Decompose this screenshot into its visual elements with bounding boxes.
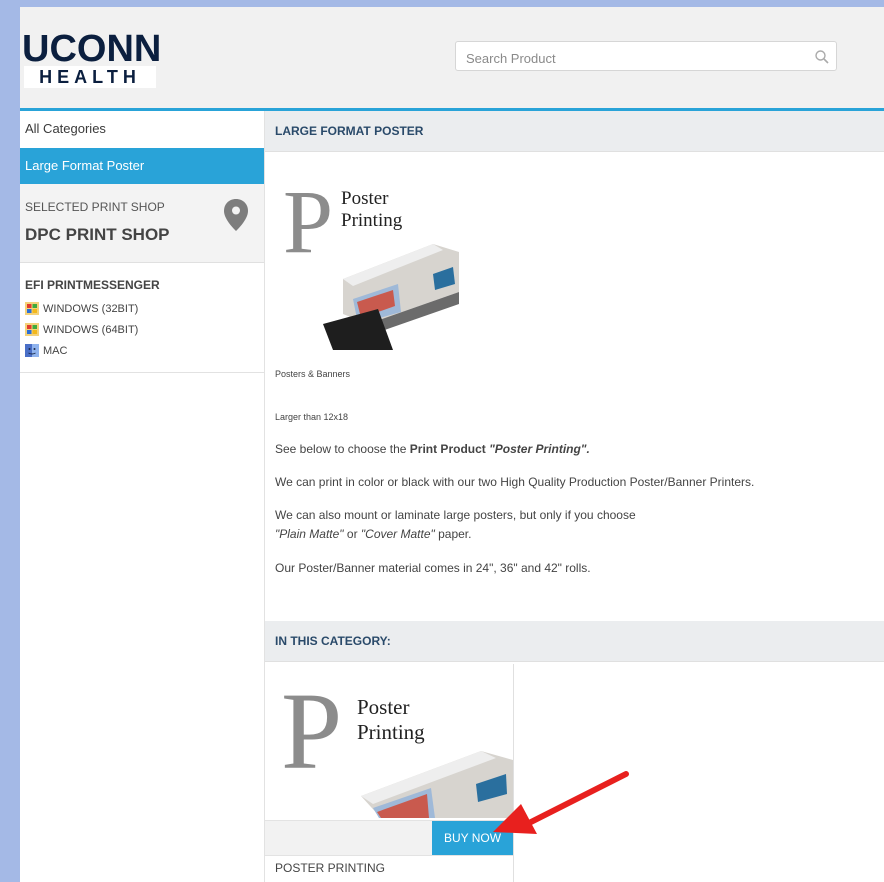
paper-or: or [343, 527, 361, 541]
mac-icon [25, 344, 39, 357]
poster-printing-image: P Poster Printing [283, 174, 459, 350]
selected-shop-name[interactable]: DPC PRINT SHOP [25, 225, 170, 245]
printer-illustration [323, 244, 459, 350]
download-label: WINDOWS (64BIT) [43, 323, 139, 336]
product-card-image[interactable]: P Poster Printing [281, 676, 513, 818]
search-input[interactable] [464, 48, 798, 68]
card-action-bar: BUY NOW [265, 820, 513, 856]
annotation-arrow-icon [493, 771, 629, 834]
category-section-title: IN THIS CATEGORY: [265, 621, 884, 662]
paper-plain-matte: "Plain Matte" [275, 527, 344, 541]
intro-text: See below to choose the Print Product "P… [275, 442, 590, 456]
paper-cover-matte: "Cover Matte" [360, 527, 435, 541]
windows-icon [25, 302, 39, 315]
main-content: LARGE FORMAT POSTER P Poster Printing Po… [265, 111, 884, 882]
category-sidebar: All Categories Large Format Poster SELEC… [20, 111, 265, 882]
logo-wordmark[interactable]: UCONN [22, 30, 161, 68]
size-note: Larger than 12x18 [275, 412, 349, 422]
logo-subtext[interactable]: HEALTH [24, 66, 156, 88]
intro-prefix: See below to choose the [275, 442, 410, 456]
download-label: WINDOWS (32BIT) [43, 302, 139, 315]
paper-end: paper. [434, 527, 472, 541]
search-box[interactable] [455, 41, 837, 71]
download-mac[interactable]: MAC [25, 344, 67, 357]
mount-info-text: We can also mount or laminate large post… [275, 508, 636, 522]
paper-info-text: "Plain Matte" or "Cover Matte" paper. [275, 527, 471, 541]
image-caption-line2: Printing [341, 210, 403, 231]
site-header: UCONN HEALTH [20, 7, 884, 111]
download-windows-32[interactable]: WINDOWS (32BIT) [25, 302, 138, 315]
section-title: LARGE FORMAT POSTER [265, 111, 884, 152]
card-caption-line1: Poster [357, 695, 410, 719]
product-card-title[interactable]: POSTER PRINTING [275, 861, 385, 875]
efi-title: EFI PRINTMESSENGER [25, 278, 160, 292]
product-card[interactable]: P Poster Printing BUY NOW POSTER PRINTIN… [265, 664, 514, 882]
sidebar-item-all-categories[interactable]: All Categories [25, 121, 106, 136]
efi-printmessenger-section: EFI PRINTMESSENGER WINDOWS (32BIT) WINDO… [20, 262, 264, 373]
sidebar-item-large-format-poster[interactable]: Large Format Poster [20, 148, 264, 184]
selected-shop-label: SELECTED PRINT SHOP [25, 200, 165, 214]
subtitle: Posters & Banners [275, 369, 351, 379]
download-label: MAC [43, 344, 68, 357]
intro-italic: "Poster Printing". [489, 442, 590, 456]
browser-page: UCONN HEALTH All Categories Large Format… [20, 7, 884, 882]
print-info-text: We can print in color or black with our … [275, 475, 755, 489]
search-icon[interactable] [814, 49, 830, 65]
card-image-letter: P [281, 676, 342, 792]
card-caption-line2: Printing [357, 720, 425, 744]
download-windows-64[interactable]: WINDOWS (64BIT) [25, 323, 138, 336]
selected-print-shop: SELECTED PRINT SHOP DPC PRINT SHOP [20, 184, 264, 263]
image-letter: P [283, 174, 333, 272]
intro-bold: Print Product [409, 442, 490, 456]
roll-info-text: Our Poster/Banner material comes in 24",… [275, 561, 591, 575]
windows-icon [25, 323, 39, 336]
image-caption-line1: Poster [341, 188, 389, 209]
map-pin-icon[interactable] [223, 198, 249, 232]
